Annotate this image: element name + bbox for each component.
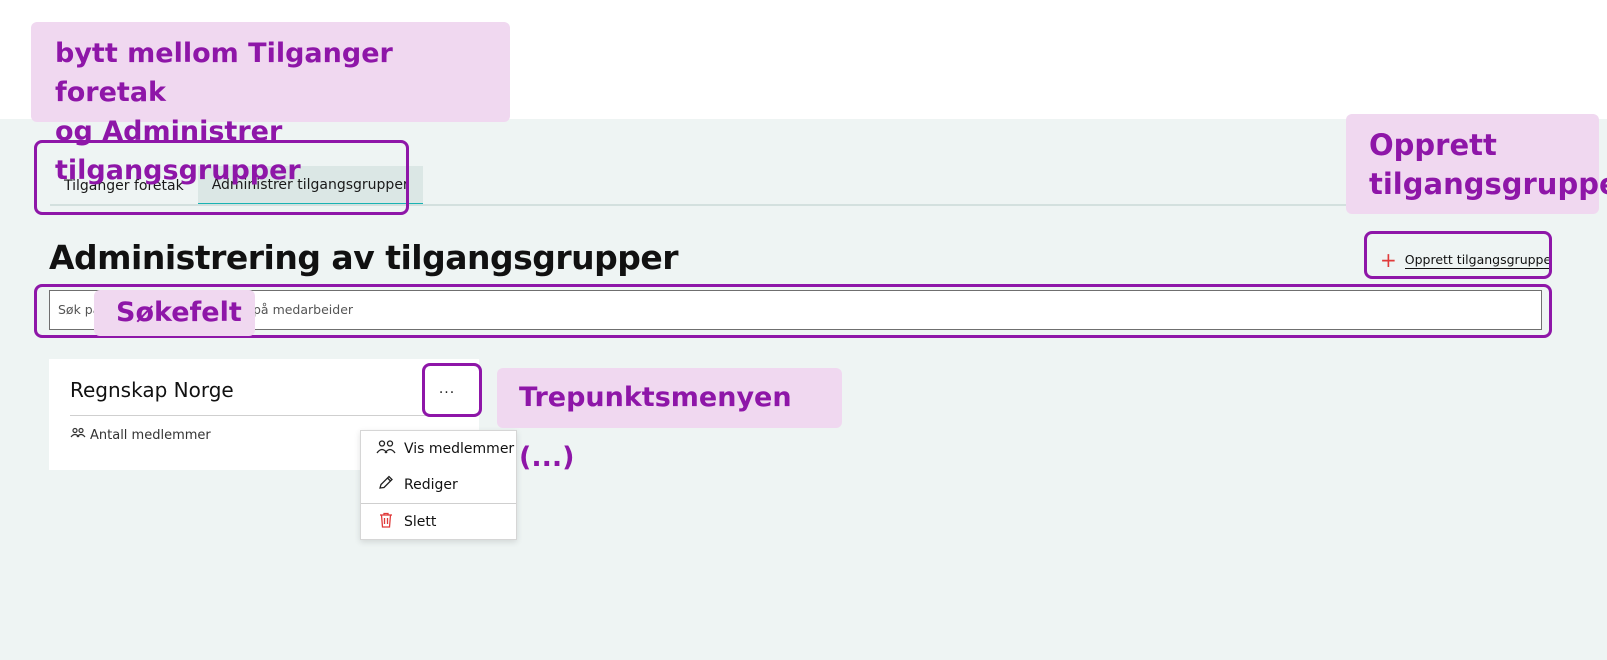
context-menu: Vis medlemmer Rediger Slett <box>360 430 517 540</box>
menu-item-view-members[interactable]: Vis medlemmer <box>361 431 516 467</box>
card-divider <box>70 415 470 416</box>
menu-note: Trepunktsmenyen (...) <box>497 368 842 473</box>
page-title: Administrering av tilgangsgrupper <box>49 238 679 277</box>
menu-button-highlight <box>422 363 482 417</box>
create-button-highlight <box>1364 231 1552 279</box>
trash-icon <box>376 512 396 532</box>
create-note-line2: tilgangsgruppe <box>1369 167 1607 201</box>
people-icon <box>70 427 86 443</box>
create-note-line1: Opprett <box>1369 128 1497 162</box>
tabs-note: bytt mellom Tilganger foretak og Adminis… <box>31 22 510 186</box>
members-label: Antall medlemmer <box>90 427 211 443</box>
access-group-title: Regnskap Norge <box>70 378 234 402</box>
menu-item-label: Rediger <box>404 477 458 493</box>
tabs-note-line1: bytt mellom Tilganger foretak <box>55 38 393 108</box>
tabs-note-line2: og Administrer tilgangsgrupper <box>55 116 301 186</box>
search-note: Søkefelt <box>94 290 255 336</box>
menu-item-label: Vis medlemmer <box>404 441 515 457</box>
search-highlight <box>34 284 1552 338</box>
people-icon <box>376 439 396 459</box>
menu-item-edit[interactable]: Rediger <box>361 467 516 503</box>
members-count: Antall medlemmer <box>70 427 211 443</box>
menu-item-label: Slett <box>404 514 437 530</box>
pencil-icon <box>376 475 396 495</box>
create-note: Opprett tilgangsgruppe <box>1346 114 1607 214</box>
menu-item-delete[interactable]: Slett <box>361 504 516 540</box>
